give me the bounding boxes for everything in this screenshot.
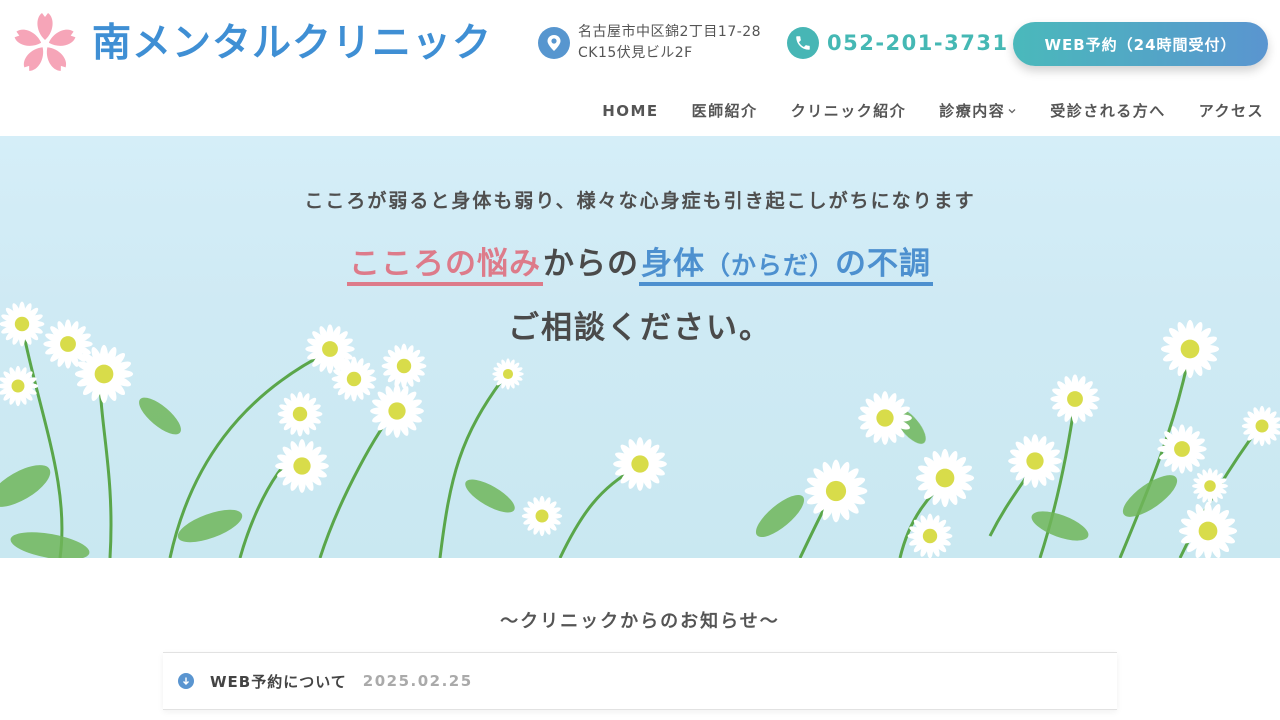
map-pin-icon bbox=[538, 27, 570, 59]
address-line2: CK15伏見ビル2F bbox=[578, 45, 693, 61]
phone-icon bbox=[787, 27, 819, 59]
nav-clinic[interactable]: クリニック紹介 bbox=[791, 100, 907, 121]
hero-subtitle: こころが弱ると身体も弱り、様々な心身症も引き起こしがちになります bbox=[304, 190, 976, 212]
hero-headline-line2: ご相談ください。 bbox=[508, 310, 772, 346]
phone-link[interactable]: 052-201-3731 bbox=[787, 27, 1009, 59]
sakura-logo-icon bbox=[14, 13, 76, 71]
news-section-title: 〜クリニックからのお知らせ〜 bbox=[500, 611, 780, 632]
address-block: 名古屋市中区錦2丁目17-28 CK15伏見ビル2F bbox=[538, 22, 761, 64]
web-booking-button[interactable]: WEB予約（24時間受付） bbox=[1013, 22, 1268, 66]
arrow-down-circle-icon bbox=[178, 673, 194, 689]
headline-blue: 身体（からだ）の不調 bbox=[638, 246, 933, 286]
news-item[interactable]: WEB予約について 2025.02.25 bbox=[163, 652, 1117, 710]
phone-number: 052-201-3731 bbox=[827, 31, 1009, 55]
news-item-date: 2025.02.25 bbox=[362, 672, 473, 690]
headline-pink: こころの悩み bbox=[346, 246, 543, 286]
main-nav: HOME 医師紹介 クリニック紹介 診療内容 受診される方へ アクセス bbox=[602, 100, 1264, 121]
site-logo[interactable]: 南メンタルクリニック bbox=[12, 10, 492, 76]
hero-headline: こころの悩みからの身体（からだ）の不調 bbox=[0, 238, 1280, 286]
clinic-name: 南メンタルクリニック bbox=[92, 20, 493, 66]
headline-mid: からの bbox=[542, 246, 639, 282]
nav-access[interactable]: アクセス bbox=[1199, 100, 1264, 121]
address-line1: 名古屋市中区錦2丁目17-28 bbox=[578, 24, 762, 40]
site-header: 南メンタルクリニック 名古屋市中区錦2丁目17-28 CK15伏見ビル2F 05… bbox=[0, 0, 1280, 136]
chevron-down-icon bbox=[1008, 108, 1016, 113]
nav-doctor[interactable]: 医師紹介 bbox=[692, 100, 758, 121]
hero-banner: こころが弱ると身体も弱り、様々な心身症も引き起こしがちになります こころの悩みか… bbox=[0, 136, 1280, 558]
nav-home[interactable]: HOME bbox=[602, 102, 658, 120]
nav-services[interactable]: 診療内容 bbox=[939, 100, 1017, 121]
nav-patients[interactable]: 受診される方へ bbox=[1050, 100, 1166, 121]
news-item-title: WEB予約について bbox=[210, 672, 347, 691]
